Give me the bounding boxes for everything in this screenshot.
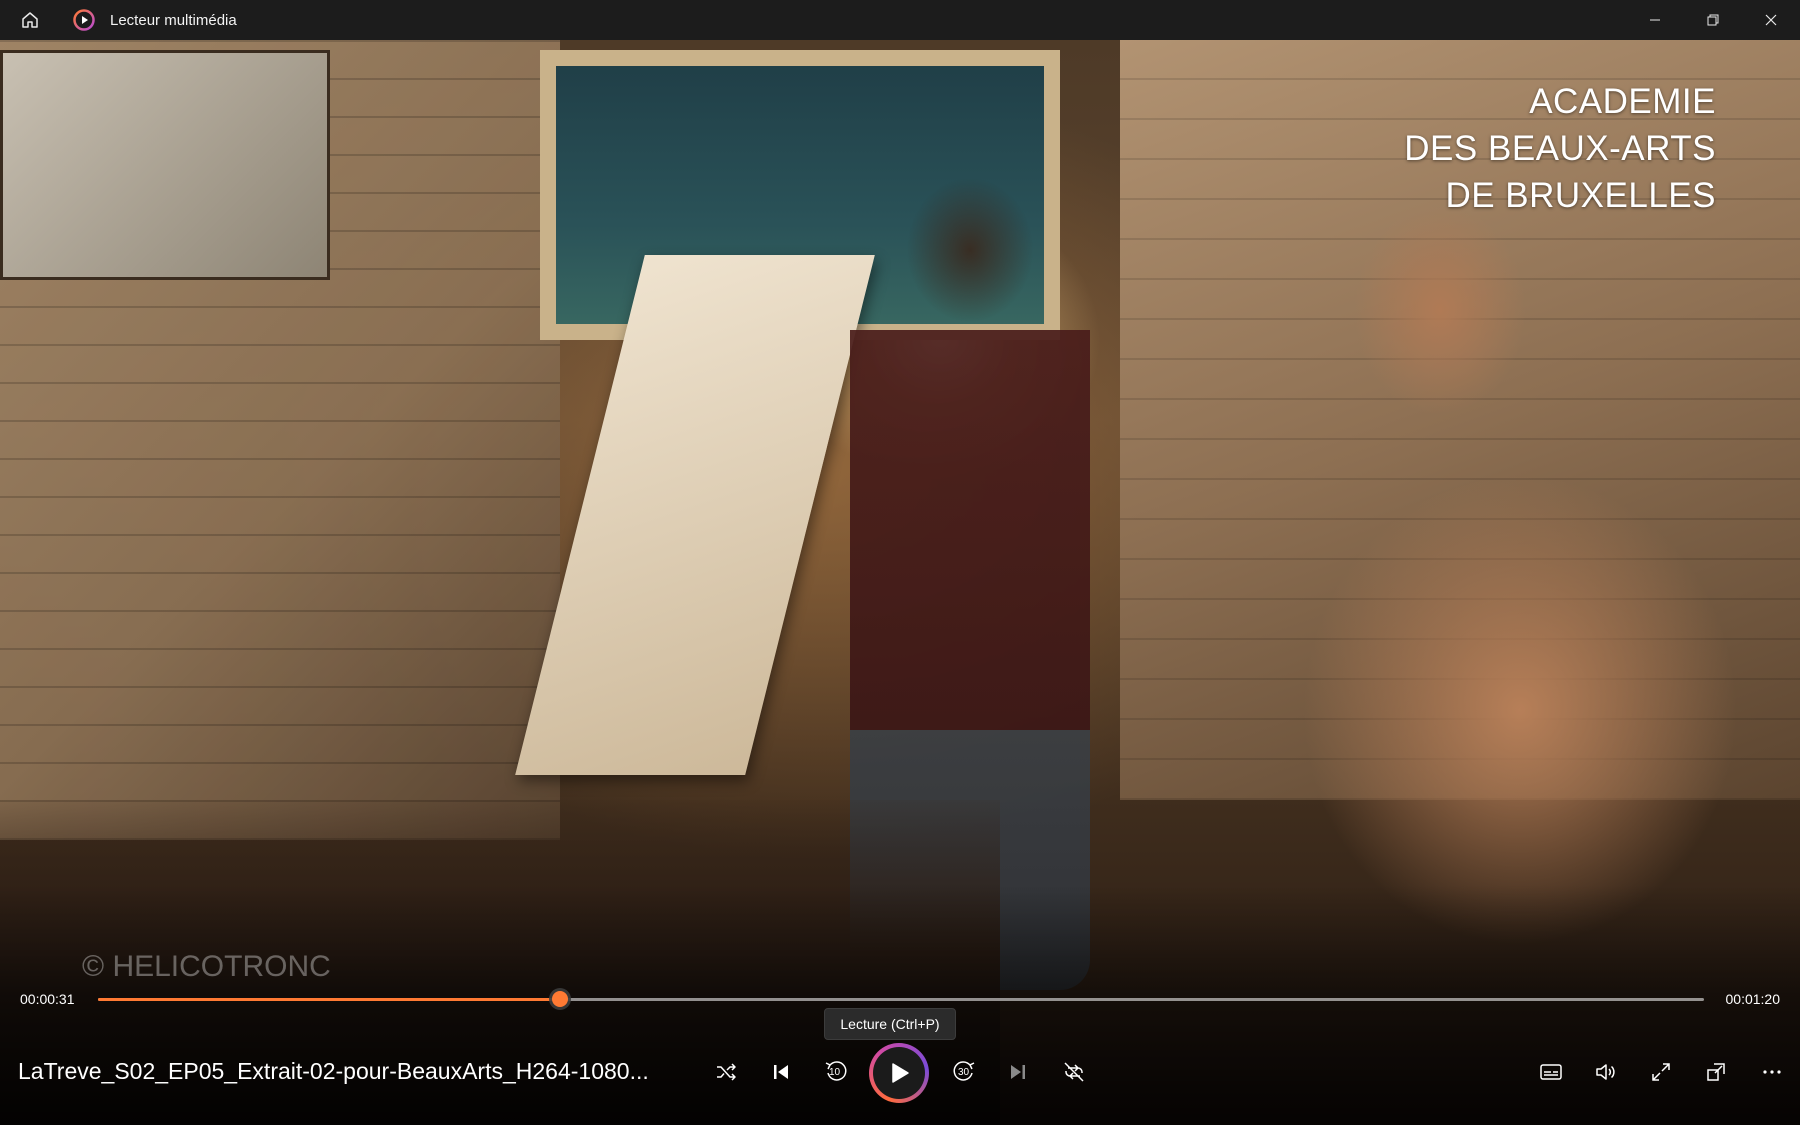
subtitles-button[interactable] — [1531, 1052, 1571, 1092]
mini-player-icon — [1705, 1061, 1727, 1083]
restore-icon — [1707, 14, 1719, 26]
home-button[interactable] — [0, 0, 60, 40]
elapsed-time: 00:00:31 — [20, 991, 75, 1007]
video-scene-poster — [0, 50, 330, 280]
seek-thumb[interactable] — [551, 991, 568, 1007]
subtitles-icon — [1539, 1060, 1563, 1084]
volume-button[interactable] — [1586, 1052, 1626, 1092]
media-title: LaTreve_S02_EP05_Extrait-02-pour-BeauxAr… — [18, 1058, 649, 1084]
window-title: Lecteur multimédia — [110, 11, 237, 29]
total-time: 00:01:20 — [1725, 991, 1781, 1007]
more-button[interactable] — [1752, 1052, 1792, 1092]
repeat-button[interactable] — [1054, 1052, 1094, 1092]
overlay-line: DES BEAUX-ARTS — [1404, 129, 1716, 168]
minimize-button[interactable] — [1626, 0, 1684, 40]
skip-back-button[interactable]: 10 — [816, 1052, 856, 1092]
minimize-icon — [1649, 14, 1661, 26]
skip-back-seconds: 10 — [829, 1067, 841, 1078]
video-watermark: © HELICOTRONC — [82, 950, 331, 983]
play-icon — [887, 1061, 911, 1085]
close-button[interactable] — [1742, 0, 1800, 40]
fullscreen-icon — [1650, 1061, 1672, 1083]
close-icon — [1765, 14, 1777, 26]
overlay-line: ACADEMIE — [1529, 82, 1716, 121]
restore-button[interactable] — [1684, 0, 1742, 40]
more-icon — [1761, 1061, 1783, 1083]
play-button-inner — [873, 1047, 925, 1099]
mini-player-button[interactable] — [1696, 1052, 1736, 1092]
previous-icon — [770, 1061, 792, 1083]
overlay-line: DE BRUXELLES — [1445, 176, 1716, 215]
skip-forward-seconds: 30 — [958, 1067, 970, 1078]
window-controls — [1626, 0, 1800, 40]
title-bar: Lecteur multimédia — [0, 0, 1800, 40]
skip-forward-button[interactable]: 30 — [944, 1052, 984, 1092]
seek-progress — [98, 998, 560, 1001]
previous-button[interactable] — [761, 1052, 801, 1092]
shuffle-button[interactable] — [706, 1052, 746, 1092]
play-tooltip: Lecture (Ctrl+P) — [824, 1008, 956, 1040]
skip-back-10-icon: 10 — [823, 1059, 849, 1085]
fullscreen-button[interactable] — [1641, 1052, 1681, 1092]
volume-icon — [1594, 1060, 1618, 1084]
repeat-off-icon — [1062, 1060, 1086, 1084]
video-scene-model — [1200, 190, 1740, 990]
seek-bar[interactable] — [98, 991, 1704, 1007]
shuffle-icon — [715, 1061, 737, 1083]
home-icon — [20, 10, 40, 30]
next-icon — [1007, 1061, 1029, 1083]
app-logo-icon — [72, 8, 96, 32]
next-button[interactable] — [998, 1052, 1038, 1092]
skip-forward-30-icon: 30 — [951, 1059, 977, 1085]
video-overlay-caption: ACADEMIE DES BEAUX-ARTS DE BRUXELLES — [1404, 78, 1716, 219]
play-button[interactable] — [869, 1043, 929, 1103]
